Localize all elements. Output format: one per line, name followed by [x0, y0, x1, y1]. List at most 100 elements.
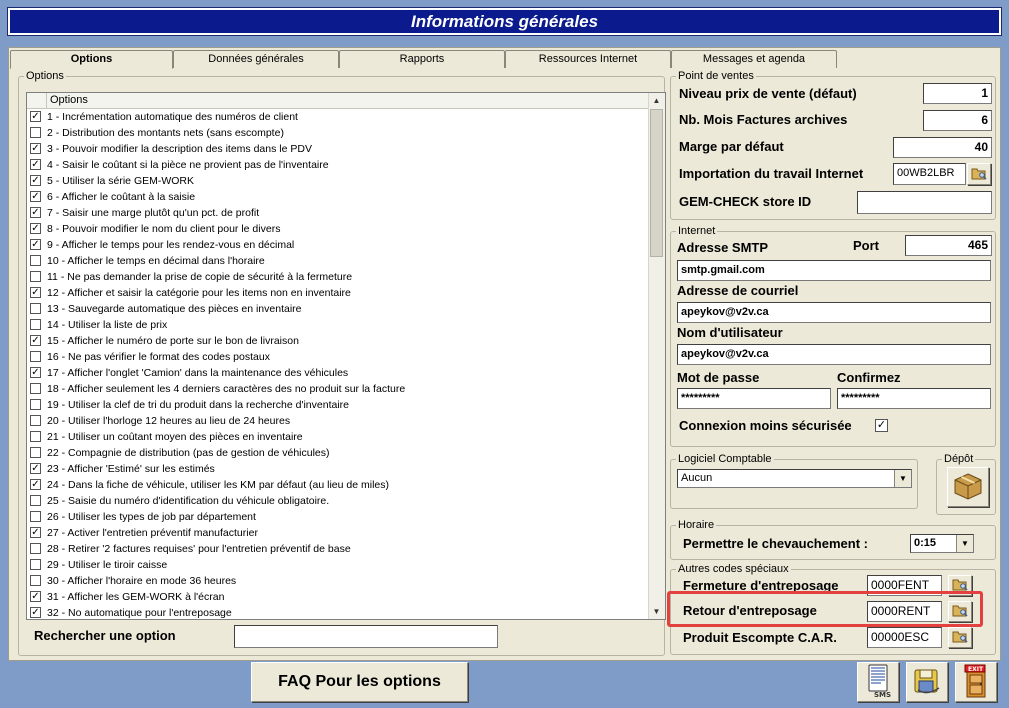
chevron-down-icon[interactable]: ▼ [894, 470, 911, 487]
option-checkbox[interactable] [30, 383, 41, 394]
niveau-prix-input[interactable]: 1 [923, 83, 992, 104]
courriel-input[interactable]: apeykov@v2v.ca [677, 302, 991, 323]
option-row[interactable]: ✓ 5 - Utiliser la série GEM-WORK [27, 173, 651, 189]
option-row[interactable]: ✓ 27 - Activer l'entretien préventif manu… [27, 525, 651, 541]
marge-input[interactable]: 40 [893, 137, 992, 158]
option-checkbox[interactable] [30, 127, 41, 138]
logiciel-select[interactable]: Aucun ▼ [677, 469, 912, 488]
option-checkbox[interactable] [30, 511, 41, 522]
importation-input[interactable]: 00WB2LBR [893, 163, 966, 185]
option-row[interactable]: ✓ 23 - Afficher 'Estimé' sur les estimés [27, 461, 651, 477]
scroll-up-icon[interactable]: ▲ [649, 93, 664, 108]
chevauchement-select[interactable]: 0:15 ▼ [910, 534, 974, 553]
option-row[interactable]: ✓ 8 - Pouvoir modifier le nom du client p… [27, 221, 651, 237]
option-row[interactable]: ✓ 24 - Dans la fiche de véhicule, utilise… [27, 477, 651, 493]
scroll-thumb[interactable] [650, 109, 663, 257]
option-checkbox[interactable]: ✓ [30, 175, 41, 186]
option-checkbox[interactable]: ✓ [30, 335, 41, 346]
option-row[interactable]: 20 - Utiliser l'horloge 12 heures au lie… [27, 413, 651, 429]
option-row[interactable]: 22 - Compagnie de distribution (pas de g… [27, 445, 651, 461]
search-option-input[interactable] [234, 625, 498, 648]
option-row[interactable]: ✓ 3 - Pouvoir modifier la description des… [27, 141, 651, 157]
depot-button[interactable] [947, 467, 989, 507]
option-row[interactable]: 14 - Utiliser la liste de prix [27, 317, 651, 333]
option-checkbox[interactable]: ✓ [30, 159, 41, 170]
option-checkbox[interactable] [30, 495, 41, 506]
option-row[interactable]: ✓ 31 - Afficher les GEM-WORK à l'écran [27, 589, 651, 605]
option-row[interactable]: 11 - Ne pas demander la prise de copie d… [27, 269, 651, 285]
option-checkbox[interactable] [30, 271, 41, 282]
option-row[interactable]: ✓ 9 - Afficher le temps pour les rendez-v… [27, 237, 651, 253]
port-input[interactable]: 465 [905, 235, 992, 256]
password-input[interactable]: ********* [677, 388, 831, 409]
option-checkbox[interactable]: ✓ [30, 527, 41, 538]
option-checkbox[interactable] [30, 303, 41, 314]
option-checkbox[interactable] [30, 415, 41, 426]
option-row[interactable]: ✓ 12 - Afficher et saisir la catégorie po… [27, 285, 651, 301]
importation-browse-button[interactable] [967, 163, 991, 185]
connexion-checkbox[interactable]: ✓ [875, 419, 888, 432]
option-checkbox[interactable] [30, 399, 41, 410]
chevron-down-icon[interactable]: ▼ [956, 535, 973, 552]
option-checkbox[interactable]: ✓ [30, 143, 41, 154]
option-row[interactable]: 25 - Saisie du numéro d'identification d… [27, 493, 651, 509]
option-row[interactable]: ✓ 15 - Afficher le numéro de porte sur le… [27, 333, 651, 349]
option-checkbox[interactable]: ✓ [30, 591, 41, 602]
option-checkbox[interactable]: ✓ [30, 367, 41, 378]
utilisateur-input[interactable]: apeykov@v2v.ca [677, 344, 991, 365]
produit-escompte-browse-button[interactable] [948, 627, 972, 648]
option-checkbox[interactable] [30, 559, 41, 570]
confirm-password-input[interactable]: ********* [837, 388, 991, 409]
retour-input[interactable]: 0000RENT [867, 601, 942, 622]
option-checkbox[interactable] [30, 543, 41, 554]
column-header-options[interactable]: Options [47, 93, 650, 108]
option-checkbox[interactable]: ✓ [30, 223, 41, 234]
fermeture-browse-button[interactable] [948, 575, 972, 596]
tab-donnees-generales[interactable]: Données générales [173, 50, 339, 68]
produit-escompte-input[interactable]: 00000ESC [867, 627, 942, 648]
option-row[interactable]: ✓ 7 - Saisir une marge plutôt qu'un pct. … [27, 205, 651, 221]
option-row[interactable]: ✓ 1 - Incrémentation automatique des numé… [27, 109, 651, 125]
option-row[interactable]: 29 - Utiliser le tiroir caisse [27, 557, 651, 573]
option-checkbox[interactable]: ✓ [30, 463, 41, 474]
smtp-input[interactable]: smtp.gmail.com [677, 260, 991, 281]
option-checkbox[interactable] [30, 255, 41, 266]
option-checkbox[interactable]: ✓ [30, 111, 41, 122]
save-button[interactable] [906, 662, 948, 702]
option-checkbox[interactable]: ✓ [30, 239, 41, 250]
option-row[interactable]: 21 - Utiliser un coûtant moyen des pièce… [27, 429, 651, 445]
option-row[interactable]: 2 - Distribution des montants nets (sans… [27, 125, 651, 141]
option-checkbox[interactable]: ✓ [30, 479, 41, 490]
option-checkbox[interactable] [30, 575, 41, 586]
option-row[interactable]: 30 - Afficher l'horaire en mode 36 heure… [27, 573, 651, 589]
option-row[interactable]: 13 - Sauvegarde automatique des pièces e… [27, 301, 651, 317]
sms-button[interactable]: SMS [857, 662, 899, 702]
tab-ressources-internet[interactable]: Ressources Internet [505, 50, 671, 68]
option-checkbox[interactable] [30, 351, 41, 362]
scroll-down-icon[interactable]: ▼ [649, 604, 664, 619]
options-scrollbar[interactable]: ▲ ▼ [648, 93, 665, 619]
fermeture-input[interactable]: 0000FENT [867, 575, 942, 596]
option-checkbox[interactable] [30, 447, 41, 458]
tab-messages-agenda[interactable]: Messages et agenda [671, 50, 837, 68]
option-checkbox[interactable]: ✓ [30, 287, 41, 298]
option-checkbox[interactable]: ✓ [30, 607, 41, 618]
option-row[interactable]: ✓ 17 - Afficher l'onglet 'Camion' dans la… [27, 365, 651, 381]
faq-options-button[interactable]: FAQ Pour les options [251, 662, 468, 702]
option-checkbox[interactable] [30, 431, 41, 442]
option-row[interactable]: ✓ 4 - Saisir le coûtant si la pièce ne pr… [27, 157, 651, 173]
option-row[interactable]: ✓ 6 - Afficher le coûtant à la saisie [27, 189, 651, 205]
option-checkbox[interactable]: ✓ [30, 207, 41, 218]
retour-browse-button[interactable] [948, 601, 972, 622]
tab-rapports[interactable]: Rapports [339, 50, 505, 68]
option-row[interactable]: 19 - Utiliser la clef de tri du produit … [27, 397, 651, 413]
option-row[interactable]: ✓ 32 - No automatique pour l'entreposage [27, 605, 651, 619]
option-row[interactable]: 10 - Afficher le temps en décimal dans l… [27, 253, 651, 269]
option-row[interactable]: 18 - Afficher seulement les 4 derniers c… [27, 381, 651, 397]
option-checkbox[interactable] [30, 319, 41, 330]
tab-options[interactable]: Options [10, 50, 173, 69]
gemcheck-input[interactable] [857, 191, 992, 214]
option-row[interactable]: 26 - Utiliser les types de job par dépar… [27, 509, 651, 525]
exit-button[interactable]: EXIT [955, 662, 997, 702]
option-row[interactable]: 16 - Ne pas vérifier le format des codes… [27, 349, 651, 365]
